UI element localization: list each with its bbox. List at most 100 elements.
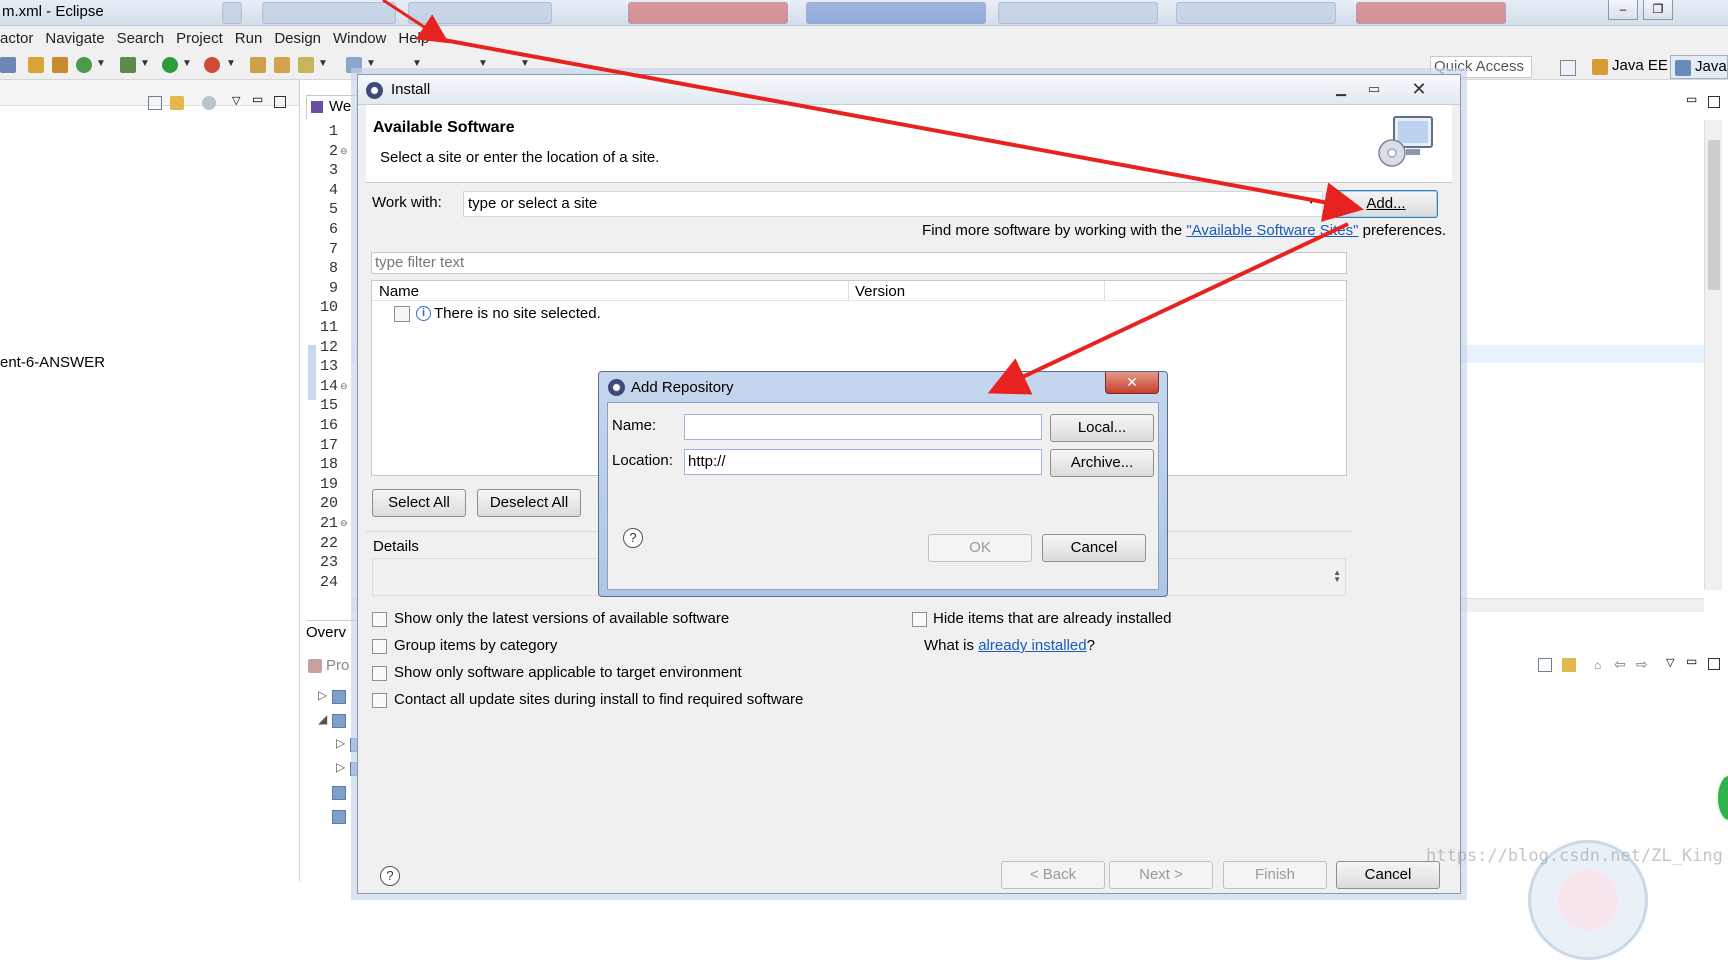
new-folder-icon[interactable] xyxy=(28,57,44,73)
menu-run[interactable]: Run xyxy=(229,30,269,47)
background-tab[interactable] xyxy=(1176,2,1336,24)
back-button[interactable]: < Back xyxy=(1001,861,1105,889)
maximize-view-icon[interactable] xyxy=(1708,96,1720,108)
minimize-icon[interactable]: ▁ xyxy=(1328,79,1354,99)
annotation-icon[interactable] xyxy=(346,57,362,73)
next-button[interactable]: Next > xyxy=(1109,861,1213,889)
chevron-down-icon[interactable]: ▼ xyxy=(318,58,328,69)
menu-search[interactable]: Search xyxy=(111,30,171,47)
add-button[interactable]: Add... xyxy=(1334,190,1438,218)
refresh-icon[interactable] xyxy=(76,57,92,73)
wand-icon[interactable] xyxy=(298,57,314,73)
perspective-java[interactable]: Java xyxy=(1670,55,1728,79)
expand-arrow-icon[interactable]: ▷ xyxy=(318,688,327,702)
close-icon[interactable]: ✕ xyxy=(1406,79,1432,99)
column-separator[interactable] xyxy=(848,281,849,301)
column-name[interactable]: Name xyxy=(379,283,419,300)
help-icon[interactable]: ? xyxy=(380,866,400,886)
background-tab[interactable] xyxy=(628,2,788,24)
chevron-down-icon[interactable]: ▼ xyxy=(140,58,150,69)
menu-project[interactable]: Project xyxy=(170,30,229,47)
fold-toggle-icon[interactable]: ⊖ xyxy=(340,381,348,392)
editor-vertical-scrollbar[interactable] xyxy=(1704,120,1722,590)
close-icon[interactable]: ✕ xyxy=(1105,372,1159,394)
menu-help[interactable]: Help xyxy=(392,30,435,47)
minimize-icon[interactable]: – xyxy=(1608,0,1638,20)
chevron-down-icon[interactable]: ▼ xyxy=(412,58,422,69)
chevron-down-icon[interactable]: ▼ xyxy=(366,58,376,69)
hide-installed-checkbox[interactable] xyxy=(912,612,927,627)
already-installed-link[interactable]: already installed xyxy=(978,637,1086,654)
collapse-arrow-icon[interactable]: ◢ xyxy=(318,712,327,726)
home-icon[interactable]: ⌂ xyxy=(1594,658,1601,672)
perspective-java-ee[interactable]: Java EE xyxy=(1588,55,1672,79)
filter-input[interactable]: type filter text xyxy=(371,252,1347,274)
select-all-button[interactable]: Select All xyxy=(372,489,466,517)
available-software-sites-link[interactable]: "Available Software Sites" xyxy=(1186,222,1358,239)
chevron-down-icon[interactable]: ▼ xyxy=(182,58,192,69)
debug-icon[interactable] xyxy=(120,57,136,73)
open-perspective-icon[interactable] xyxy=(1560,60,1576,76)
minimize-view-icon[interactable]: ▭ xyxy=(1686,654,1697,668)
expand-arrow-icon[interactable]: ▷ xyxy=(336,760,345,774)
menu-navigate[interactable]: Navigate xyxy=(39,30,110,47)
tab-problems[interactable]: Pro xyxy=(308,657,349,674)
forward-arrow-icon[interactable]: ⇨ xyxy=(1636,656,1648,673)
package-icon[interactable] xyxy=(52,57,68,73)
project-tree-item[interactable]: ent-6-ANSWER xyxy=(0,354,105,371)
cancel-button[interactable]: Cancel xyxy=(1336,861,1440,889)
target-environment-checkbox[interactable] xyxy=(372,666,387,681)
cancel-button[interactable]: Cancel xyxy=(1042,534,1146,562)
background-tab[interactable] xyxy=(998,2,1158,24)
maximize-view-icon[interactable] xyxy=(274,96,286,108)
maximize-icon[interactable]: ▭ xyxy=(1361,79,1387,99)
filter-icon[interactable] xyxy=(202,96,216,110)
link-editor-icon[interactable] xyxy=(170,96,184,110)
link-editor-icon[interactable] xyxy=(1562,658,1576,672)
chevron-down-icon[interactable]: ▼ xyxy=(96,58,106,69)
minimize-view-icon[interactable]: ▭ xyxy=(1686,92,1697,106)
name-field[interactable] xyxy=(684,414,1042,440)
minimize-view-icon[interactable]: ▭ xyxy=(252,92,263,106)
background-tab[interactable] xyxy=(806,2,986,24)
column-separator[interactable] xyxy=(1104,281,1105,301)
deselect-all-button[interactable]: Deselect All xyxy=(477,489,581,517)
pin-icon[interactable] xyxy=(0,57,16,73)
floating-widget[interactable] xyxy=(1716,774,1728,822)
maximize-view-icon[interactable] xyxy=(1708,658,1720,670)
location-field[interactable]: http:// xyxy=(684,449,1042,475)
scroll-arrows-icon[interactable]: ▲ ▼ xyxy=(1333,569,1341,584)
ok-button[interactable]: OK xyxy=(928,534,1032,562)
row-checkbox[interactable] xyxy=(394,306,410,322)
column-version[interactable]: Version xyxy=(855,283,905,300)
run-icon[interactable] xyxy=(162,57,178,73)
help-icon[interactable]: ? xyxy=(623,528,643,548)
view-menu-icon[interactable]: ▽ xyxy=(232,94,240,107)
scrollbar-thumb[interactable] xyxy=(1708,140,1720,290)
work-with-combo[interactable]: type or select a site ▼ xyxy=(463,191,1323,217)
group-by-category-checkbox[interactable] xyxy=(372,639,387,654)
local-button[interactable]: Local... xyxy=(1050,414,1154,442)
fold-toggle-icon[interactable]: ⊖ xyxy=(340,146,348,157)
finish-button[interactable]: Finish xyxy=(1223,861,1327,889)
restore-icon[interactable]: ❐ xyxy=(1643,0,1673,20)
collapse-all-icon[interactable] xyxy=(148,96,162,110)
external-tools-icon[interactable] xyxy=(204,57,220,73)
open-type-icon[interactable] xyxy=(250,57,266,73)
background-tab[interactable] xyxy=(222,2,242,24)
menu-window[interactable]: Window xyxy=(327,30,392,47)
chevron-down-icon[interactable]: ▼ xyxy=(478,58,488,69)
background-tab[interactable] xyxy=(1356,2,1506,24)
collapse-all-icon[interactable] xyxy=(1538,658,1552,672)
open-folder-icon[interactable] xyxy=(274,57,290,73)
menu-refactor[interactable]: actor xyxy=(0,30,39,47)
chevron-down-icon[interactable]: ▼ xyxy=(226,58,236,69)
background-tab[interactable] xyxy=(262,2,396,24)
fold-toggle-icon[interactable]: ⊖ xyxy=(340,518,348,529)
latest-versions-checkbox[interactable] xyxy=(372,612,387,627)
back-arrow-icon[interactable]: ⇦ xyxy=(1614,656,1626,673)
contact-update-sites-checkbox[interactable] xyxy=(372,693,387,708)
chevron-down-icon[interactable]: ▼ xyxy=(520,58,530,69)
expand-arrow-icon[interactable]: ▷ xyxy=(336,736,345,750)
view-menu-icon[interactable]: ▽ xyxy=(1666,656,1674,669)
